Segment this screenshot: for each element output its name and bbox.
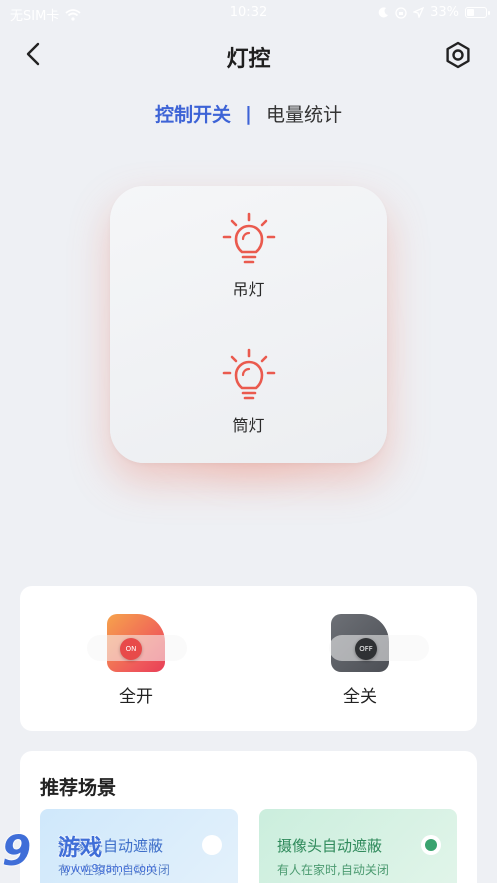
page-title: 灯控 — [226, 47, 271, 72]
tab-separator: | — [245, 102, 252, 125]
all-off-label: 全关 — [343, 687, 377, 707]
battery-icon — [465, 7, 490, 18]
moon-icon — [378, 7, 389, 18]
scene-name: 摄像头自动遮蔽 — [277, 837, 383, 855]
radio-dot-icon — [425, 839, 437, 851]
light-pendant-label: 吊灯 — [232, 280, 265, 299]
scene-radio[interactable] — [202, 835, 222, 855]
all-off-button[interactable]: OFF 全关 — [300, 614, 429, 707]
light-downlight-label: 筒灯 — [232, 416, 265, 435]
settings-button[interactable] — [443, 40, 473, 70]
status-right: 33% — [378, 5, 490, 20]
orientation-lock-icon — [395, 6, 407, 19]
status-bar: 无SIM卡 10:32 33% — [0, 0, 497, 26]
scenes-title: 推荐场景 — [40, 777, 117, 799]
all-off-track — [329, 635, 429, 661]
scene-radio-selected[interactable] — [421, 835, 441, 855]
light-pendant[interactable]: 吊灯 — [110, 212, 387, 300]
bulb-icon — [222, 348, 275, 400]
battery-fill — [467, 9, 474, 16]
tab-control-switch[interactable]: 控制开关 — [155, 100, 231, 127]
watermark-number: 9 — [2, 826, 32, 875]
tab-power-stats[interactable]: 电量统计 — [266, 100, 342, 127]
light-switch-panel: 吊灯 筒灯 — [110, 186, 387, 463]
scene-desc: 有人在家时,自动关闭 — [277, 863, 389, 877]
all-on-label: 全开 — [119, 687, 153, 707]
all-on-button[interactable]: ON 全开 — [76, 614, 196, 707]
on-toggle-icon: ON — [120, 638, 142, 660]
watermark-text: 游戏 — [58, 836, 103, 861]
battery-percent: 33% — [430, 5, 459, 20]
watermark-url: www.9game.com — [62, 862, 157, 875]
tab-bar: 控制开关 | 电量统计 — [0, 100, 497, 127]
location-icon — [413, 7, 425, 18]
all-off-tile: OFF — [329, 614, 429, 672]
settings-icon — [446, 41, 470, 69]
off-toggle-icon: OFF — [355, 638, 377, 660]
all-on-tile: ON — [87, 614, 187, 672]
master-switch-card: ON 全开 OFF 全关 — [20, 586, 477, 731]
scene-item[interactable]: 摄像头自动遮蔽 有人在家时,自动关闭 — [259, 809, 457, 883]
watermark-logo: 9 游戏 www.9game.com — [0, 826, 157, 883]
bulb-icon — [222, 212, 275, 264]
nav-bar: 灯控 — [0, 30, 497, 80]
light-downlight[interactable]: 筒灯 — [110, 348, 387, 436]
